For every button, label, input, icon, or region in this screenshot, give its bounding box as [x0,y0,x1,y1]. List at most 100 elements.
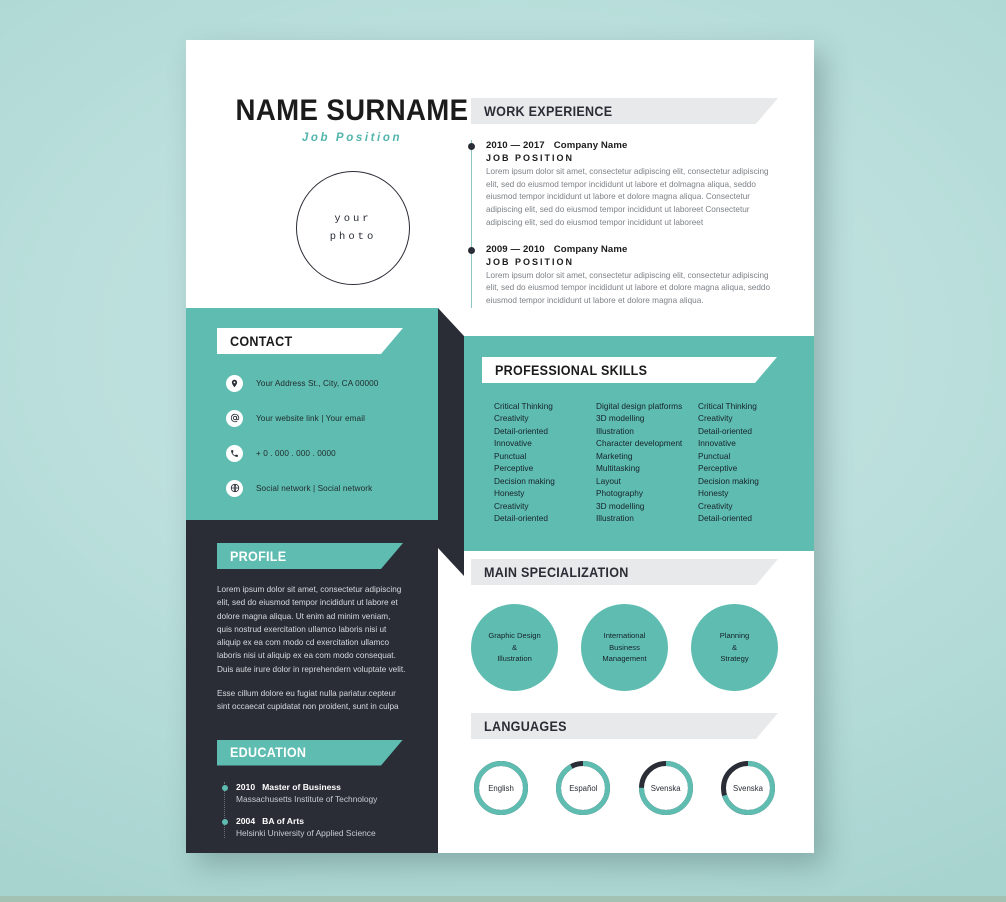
skill-item: Critical Thinking [698,401,757,411]
contact-row-address[interactable]: Your Address St., City, CA 00000 [226,370,426,396]
timeline-dot-icon [467,246,475,254]
work-experience-item: 2010 — 2017 Company Name JOB POSITION Lor… [467,140,778,230]
work-item-company: Company Name [553,140,628,151]
specialization-line: Strategy [720,654,749,664]
skill-item: Digital design platforms [596,401,683,411]
language-gauge[interactable]: Español [553,758,613,818]
skill-item: Honesty [698,488,729,499]
skill-item: Perceptive [494,463,534,474]
skill-item: Punctual [698,450,731,461]
skill-item: Creativity [698,500,733,511]
specialization-circle[interactable]: Planning & Strategy [691,604,778,691]
contact-section: CONTACT Your Address St., City, CA 00000… [186,308,438,520]
timeline-dot-icon [221,784,228,791]
skills-column: Critical Thinking Creativity Detail-orie… [494,400,596,524]
contact-row-phone[interactable]: + 0 . 000 . 000 . 0000 [226,440,426,466]
professional-skills-section: PROFESSIONAL SKILLS Critical Thinking Cr… [464,336,814,551]
skill-item: Perceptive [698,463,738,474]
main-specialization-ribbon: MAIN SPECIALIZATION [471,559,778,585]
profile-paragraph: Esse cillum dolore eu fugiat nulla paria… [217,688,399,712]
skill-item: Detail-oriented [698,512,752,523]
skill-item: Detail-oriented [494,512,548,523]
professional-skills-title: PROFESSIONAL SKILLS [495,362,648,378]
skills-column: Digital design platforms 3D modelling Il… [596,400,698,524]
education-item-heading: 2004 BA of Arts [236,816,407,826]
at-sign-icon [226,409,243,427]
specialization-line: & [511,642,518,652]
education-item: 2010 Master of Business Massachusetts Ins… [221,782,407,804]
screenshot-canvas: NAME SURNAME Job Position your photo WOR… [0,0,1006,902]
skill-item: Punctual [494,450,527,461]
specialization-line: Management [602,654,647,664]
contact-address-text: Your Address St., City, CA 00000 [256,378,379,388]
language-label: English [488,783,514,793]
language-label: Español [569,783,598,793]
work-experience-section: WORK EXPERIENCE 2010 — 2017 Company Name … [467,98,778,308]
specialization-line: Business [609,642,640,652]
language-label: Svenska [650,783,681,793]
education-ribbon: EDUCATION [217,740,403,766]
work-item-role: JOB POSITION [486,153,575,163]
photo-placeholder[interactable]: your photo [296,171,410,285]
skill-item: Illustration [596,425,634,436]
education-title: EDUCATION [230,745,307,761]
specialization-line: & [731,642,738,652]
contact-rows: Your Address St., City, CA 00000 Your we… [226,370,426,510]
skill-item: Character development [596,438,683,449]
skill-item: Illustration [596,512,634,523]
specialization-line: International [603,630,646,640]
skill-item: Layout [596,475,621,486]
professional-skills-columns: Critical Thinking Creativity Detail-orie… [494,400,800,524]
phone-icon [226,444,243,462]
education-item-year: 2010 [236,781,256,792]
languages-section: LANGUAGES English Español Svenska Svensk… [471,713,778,818]
skill-item: Creativity [698,413,733,424]
profile-education-panel: PROFILE Lorem ipsum dolor sit amet, cons… [186,520,438,853]
language-gauge[interactable]: Svenska [718,758,778,818]
main-specialization-section: MAIN SPECIALIZATION Graphic Design & Ill… [471,559,778,691]
language-gauge[interactable]: English [471,758,531,818]
contact-web-email-text: Your website link | Your email [256,413,366,423]
languages-ribbon: LANGUAGES [471,713,778,739]
specialization-circle[interactable]: International Business Management [581,604,668,691]
photo-placeholder-line1: your [334,213,372,225]
profile-paragraph: Lorem ipsum dolor sit amet, consectetur … [217,585,406,674]
work-item-years: 2010 — 2017 [486,140,545,151]
education-list: 2010 Master of Business Massachusetts Ins… [221,781,407,838]
specialization-circle[interactable]: Graphic Design & Illustration [471,604,558,691]
page-title: NAME SURNAME [235,94,469,127]
profile-title: PROFILE [230,548,287,564]
contact-row-web-email[interactable]: Your website link | Your email [226,405,426,431]
skill-item: Creativity [494,500,529,511]
skill-item: Honesty [494,488,525,499]
education-item-year: 2004 [236,815,256,826]
skill-item: Marketing [596,450,633,461]
skill-item: Decision making [494,475,555,486]
education-item-heading: 2010 Master of Business [236,782,407,792]
contact-ribbon: CONTACT [217,328,403,354]
skill-item: Innovative [494,438,532,449]
contact-row-social[interactable]: Social network | Social network [226,475,426,501]
education-item: 2004 BA of Arts Helsinki University of Ap… [221,816,407,838]
professional-skills-ribbon: PROFESSIONAL SKILLS [482,357,777,383]
skill-item: 3D modelling [596,413,645,424]
skill-item: Creativity [494,413,529,424]
language-gauge[interactable]: Svenska [636,758,696,818]
work-experience-item: 2009 — 2010 Company Name JOB POSITION Lor… [467,244,778,308]
languages-title: LANGUAGES [484,718,567,734]
contact-title: CONTACT [230,333,293,349]
contact-social-text: Social network | Social network [256,483,373,493]
globe-icon [226,479,243,497]
skill-item: 3D modelling [596,500,645,511]
skills-column: Critical Thinking Creativity Detail-orie… [698,400,800,524]
education-item-school: Massachusetts Institute of Technology [236,793,378,804]
work-item-description: Lorem ipsum dolor sit amet, consectetur … [486,270,771,305]
resume-page: NAME SURNAME Job Position your photo WOR… [186,40,814,853]
panel-fold-shadow [438,308,464,576]
contact-phone-text: + 0 . 000 . 000 . 0000 [256,448,336,458]
specialization-line: Illustration [497,654,532,664]
skill-item: Detail-oriented [698,425,752,436]
timeline-dot-icon [467,143,475,150]
skill-item: Multitasking [596,463,640,474]
work-item-heading: 2010 — 2017 Company Name [486,140,778,151]
